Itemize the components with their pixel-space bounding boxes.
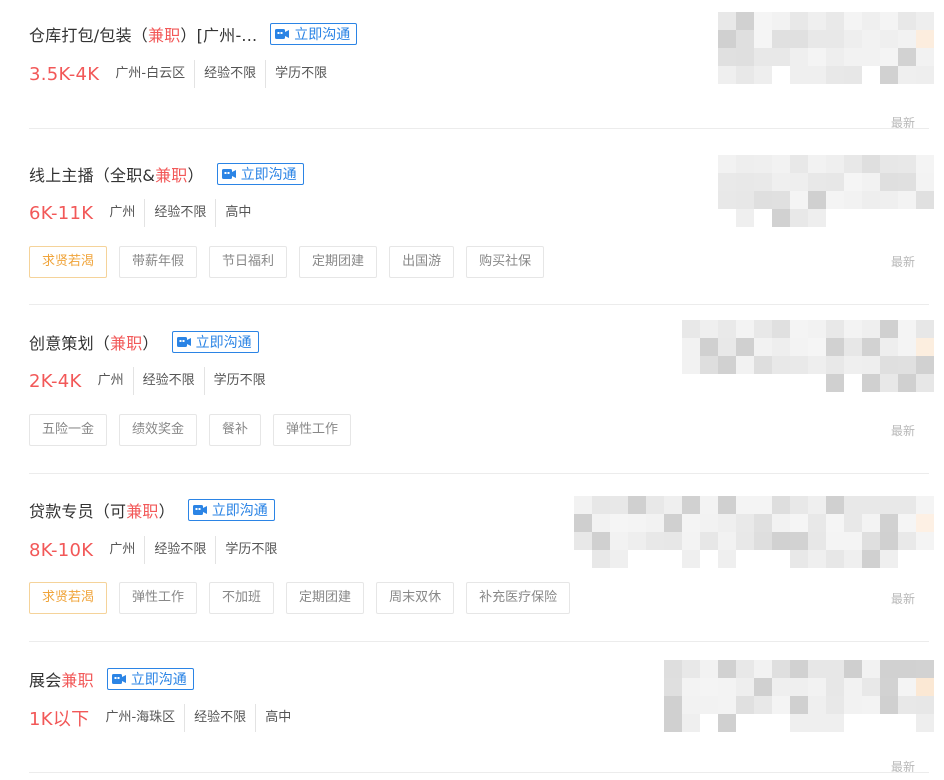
- job-title[interactable]: 创意策划（兼职）: [29, 330, 159, 354]
- job-title-row: 仓库打包/包装（兼职）[广州-... 立即沟通: [29, 22, 358, 46]
- salary: 8K-10K: [29, 539, 94, 561]
- chat-now-label: 立即沟通: [240, 167, 297, 183]
- job-info-row: 1K以下 广州-海珠区 经验不限 高中: [29, 704, 300, 732]
- benefit-tag: 定期团建: [286, 582, 365, 614]
- company-logo-blurred: [664, 660, 934, 732]
- job-title-text-end: ）: [158, 502, 175, 521]
- job-title-text: 创意策划（: [29, 334, 111, 353]
- company-logo-blurred: [574, 496, 934, 568]
- benefit-tag: 五险一金: [29, 414, 108, 446]
- location: 广州: [109, 542, 136, 557]
- job-title-row: 贷款专员（可兼职） 立即沟通: [29, 498, 275, 522]
- education: 高中: [215, 199, 260, 227]
- part-time-highlight: 兼职: [126, 502, 159, 521]
- divider: [29, 772, 929, 773]
- experience: 经验不限: [144, 199, 215, 227]
- experience: 经验不限: [144, 536, 215, 564]
- salary: 6K-11K: [29, 202, 94, 224]
- benefit-tag: 带薪年假: [119, 246, 198, 278]
- chat-now-label: 立即沟通: [195, 335, 252, 351]
- divider: [29, 473, 929, 474]
- chat-now-label: 立即沟通: [294, 27, 351, 43]
- benefit-tag: 补充医疗保险: [466, 582, 571, 614]
- divider: [29, 304, 929, 305]
- job-title-text: 展会: [29, 671, 62, 690]
- job-title-text: 贷款专员（可: [29, 502, 127, 521]
- experience: 经验不限: [132, 367, 204, 395]
- education: 学历不限: [265, 60, 336, 88]
- divider: [29, 128, 929, 129]
- chat-now-button[interactable]: 立即沟通: [216, 163, 304, 185]
- job-title-text-end: ）: [142, 334, 159, 353]
- job-title-row: 线上主播（全职&兼职） 立即沟通: [29, 162, 304, 186]
- job-title[interactable]: 仓库打包/包装（兼职）[广州-...: [29, 22, 257, 46]
- company-logo-blurred: [718, 12, 934, 84]
- experience: 经验不限: [194, 60, 265, 88]
- benefit-tag: 节日福利: [209, 246, 288, 278]
- job-info-row: 8K-10K 广州 经验不限 学历不限: [29, 536, 286, 564]
- job-info-row: 6K-11K 广州 经验不限 高中: [29, 199, 260, 227]
- benefit-tag: 求贤若渴: [29, 582, 108, 614]
- chat-now-button[interactable]: 立即沟通: [187, 499, 275, 521]
- benefit-tag: 弹性工作: [119, 582, 198, 614]
- job-title-row: 展会兼职 立即沟通: [29, 667, 194, 691]
- benefit-tag: 不加班: [209, 582, 275, 614]
- video-chat-icon: [192, 504, 207, 516]
- video-chat-icon: [275, 28, 290, 40]
- benefit-tags: 求贤若渴 带薪年假 节日福利 定期团建 出国游 购买社保: [29, 246, 556, 278]
- education: 高中: [255, 704, 300, 732]
- location: 广州-白云区: [115, 66, 186, 81]
- benefit-tags: 五险一金 绩效奖金 餐补 弹性工作: [29, 414, 363, 446]
- company-logo-blurred: [682, 320, 934, 392]
- job-title[interactable]: 贷款专员（可兼职）: [29, 498, 175, 522]
- divider: [29, 641, 929, 642]
- chat-now-button[interactable]: 立即沟通: [106, 668, 194, 690]
- salary: 1K以下: [29, 709, 90, 730]
- benefit-tag: 出国游: [389, 246, 455, 278]
- experience: 经验不限: [184, 704, 255, 732]
- video-chat-icon: [221, 168, 236, 180]
- chat-now-button[interactable]: 立即沟通: [171, 331, 259, 353]
- part-time-highlight: 兼职: [148, 26, 181, 45]
- chat-now-label: 立即沟通: [130, 672, 187, 688]
- salary: 2K-4K: [29, 370, 82, 392]
- job-title-text: 线上主播（全职&: [29, 166, 156, 185]
- job-title-text-end: ）[广州-...: [180, 26, 258, 45]
- benefit-tag: 购买社保: [466, 246, 545, 278]
- benefit-tag: 弹性工作: [273, 414, 352, 446]
- location: 广州: [109, 205, 136, 220]
- posted-latest-label: 最新: [890, 255, 915, 269]
- job-title-text: 仓库打包/包装（: [29, 26, 148, 45]
- salary: 3.5K-4K: [29, 63, 100, 85]
- video-chat-icon: [176, 336, 191, 348]
- part-time-highlight: 兼职: [61, 671, 94, 690]
- video-chat-icon: [111, 673, 126, 685]
- part-time-highlight: 兼职: [110, 334, 143, 353]
- posted-latest-label: 最新: [890, 592, 915, 606]
- chat-now-label: 立即沟通: [211, 503, 268, 519]
- location: 广州: [97, 373, 124, 388]
- job-title-row: 创意策划（兼职） 立即沟通: [29, 330, 259, 354]
- job-title-text-end: ）: [187, 166, 204, 185]
- benefit-tag: 餐补: [209, 414, 262, 446]
- benefit-tag: 绩效奖金: [119, 414, 198, 446]
- posted-latest-label: 最新: [890, 424, 915, 438]
- location: 广州-海珠区: [105, 710, 176, 725]
- education: 学历不限: [215, 536, 286, 564]
- job-title[interactable]: 展会兼职: [29, 667, 94, 691]
- job-title[interactable]: 线上主播（全职&兼职）: [29, 162, 204, 186]
- benefit-tag: 求贤若渴: [29, 246, 108, 278]
- company-logo-blurred: [718, 155, 934, 227]
- benefit-tag: 定期团建: [299, 246, 378, 278]
- job-info-row: 2K-4K 广州 经验不限 学历不限: [29, 367, 275, 395]
- job-info-row: 3.5K-4K 广州-白云区 经验不限 学历不限: [29, 60, 336, 88]
- benefit-tag: 周末双休: [376, 582, 455, 614]
- chat-now-button[interactable]: 立即沟通: [270, 23, 358, 45]
- part-time-highlight: 兼职: [155, 166, 188, 185]
- benefit-tags: 求贤若渴 弹性工作 不加班 定期团建 周末双休 补充医疗保险: [29, 582, 582, 614]
- education: 学历不限: [203, 367, 275, 395]
